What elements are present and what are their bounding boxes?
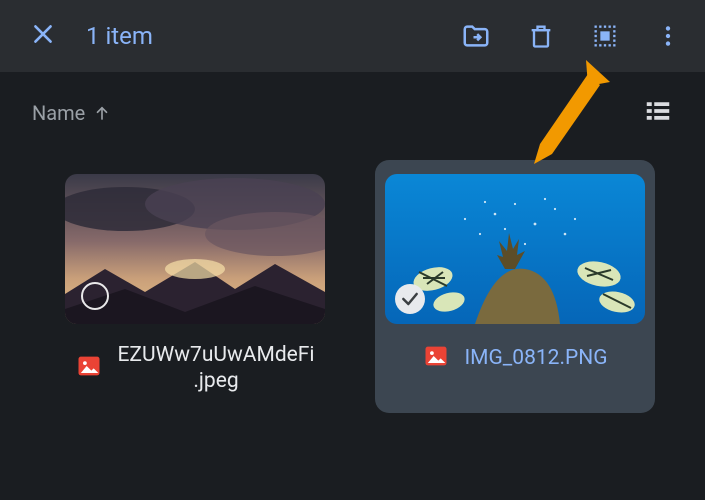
- more-options-button[interactable]: [655, 23, 681, 49]
- file-label: IMG_0812.PNG: [422, 342, 607, 374]
- select-all-button[interactable]: [591, 22, 619, 50]
- close-selection-button[interactable]: [30, 21, 56, 51]
- delete-button[interactable]: [527, 22, 555, 50]
- list-view-button[interactable]: [643, 96, 673, 130]
- file-item[interactable]: IMG_0812.PNG: [375, 160, 655, 413]
- selection-count: 1 item: [86, 22, 461, 50]
- file-name: EZUWw7uUwAMdeFi.jpeg: [117, 342, 315, 395]
- file-item[interactable]: EZUWw7uUwAMdeFi.jpeg: [55, 160, 335, 413]
- list-controls: Name: [0, 72, 705, 140]
- sort-button[interactable]: Name: [32, 101, 111, 125]
- file-thumbnail: [385, 174, 645, 324]
- image-file-icon: [75, 352, 103, 384]
- selection-ring-icon: [81, 282, 109, 310]
- selected-check-icon: [395, 284, 425, 314]
- move-to-folder-button[interactable]: [461, 21, 491, 51]
- selection-appbar: 1 item: [0, 0, 705, 72]
- arrow-up-icon: [93, 104, 111, 122]
- file-label: EZUWw7uUwAMdeFi.jpeg: [75, 342, 315, 395]
- file-grid: EZUWw7uUwAMdeFi.jpeg: [0, 140, 705, 413]
- file-thumbnail: [65, 174, 325, 324]
- image-file-icon: [422, 342, 450, 374]
- appbar-actions: [461, 21, 681, 51]
- sort-label: Name: [32, 101, 85, 125]
- file-name: IMG_0812.PNG: [464, 345, 607, 371]
